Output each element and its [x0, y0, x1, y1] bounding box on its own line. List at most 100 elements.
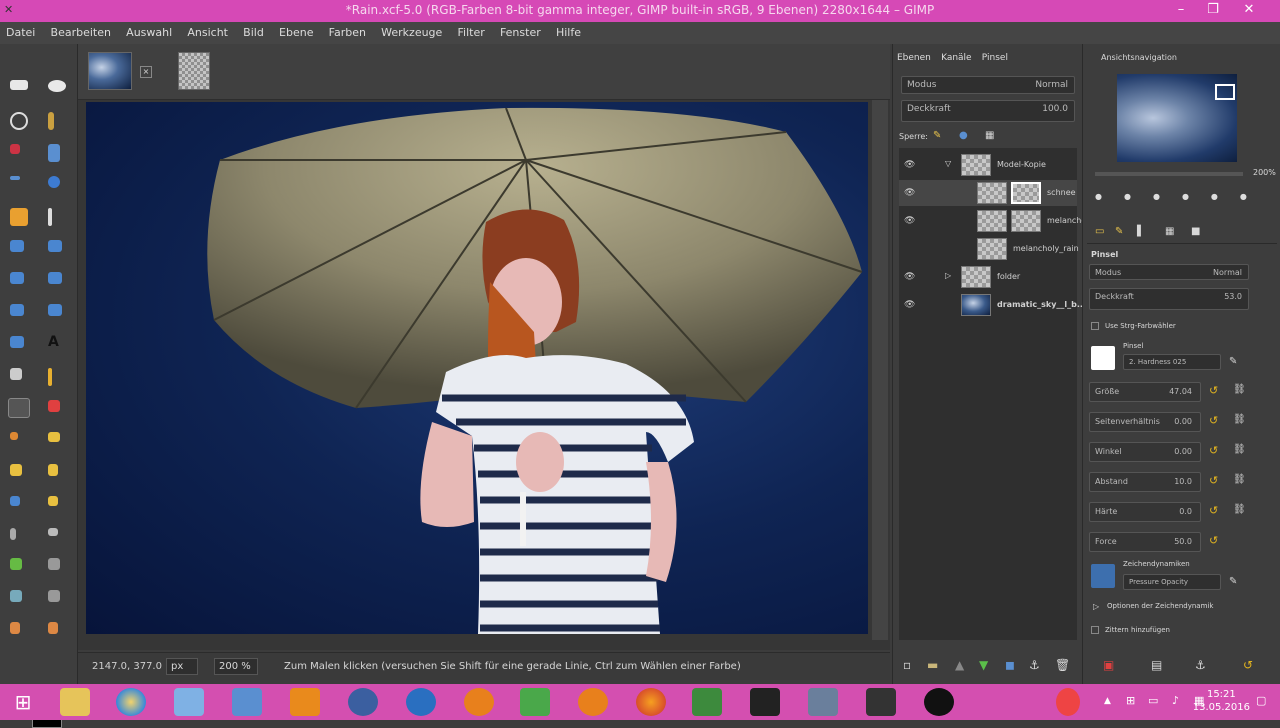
aspect-ratio-slider[interactable]: Seitenverhältnis 0.00 — [1089, 412, 1201, 432]
network-icon[interactable] — [406, 688, 436, 716]
anchor-layer-icon[interactable]: ⚓ — [1029, 658, 1040, 672]
layer-row[interactable]: 👁 ▽ Model-Kopie — [899, 152, 1077, 178]
lock-alpha-icon[interactable]: ▦ — [985, 130, 994, 141]
link-spacing-icon[interactable]: ⛓ — [1233, 474, 1246, 485]
dodge-burn-tool-icon[interactable] — [48, 528, 58, 536]
measure-tool-icon[interactable] — [48, 208, 52, 226]
link-aspect-icon[interactable]: ⛓ — [1233, 414, 1246, 425]
paths-tool-icon[interactable] — [10, 176, 20, 180]
ellipse-select-tool-icon[interactable] — [48, 80, 66, 92]
color-picker-tool-icon[interactable] — [48, 176, 60, 188]
layer-name[interactable]: dramatic_sky__l_b... — [997, 300, 1086, 309]
image-tab-rain[interactable] — [88, 52, 132, 90]
navigation-zoom-slider[interactable] — [1095, 172, 1243, 176]
obs-icon[interactable] — [924, 688, 954, 716]
raise-layer-icon[interactable]: ▲ — [955, 658, 964, 672]
unit-select[interactable]: px — [166, 658, 198, 675]
new-group-icon[interactable]: ▬ — [927, 658, 938, 672]
delete-layer-icon[interactable]: 🗑 — [1055, 658, 1070, 672]
gradient-tab-icon[interactable]: ▌ — [1137, 226, 1145, 237]
rect-select-tool-icon[interactable] — [10, 80, 28, 90]
zoom-tool-icon[interactable] — [10, 208, 28, 226]
jitter-checkbox[interactable] — [1091, 626, 1099, 634]
windows-tray-icon[interactable]: ⊞ — [1126, 694, 1135, 707]
blend-tool-icon[interactable] — [48, 558, 60, 570]
file-explorer-icon[interactable] — [60, 688, 90, 716]
layer-name[interactable]: folder — [997, 272, 1020, 281]
dynamics-preview[interactable] — [1091, 564, 1115, 588]
battery-icon[interactable]: ▭ — [1148, 694, 1158, 707]
game-icon[interactable] — [520, 688, 550, 716]
image-canvas[interactable] — [86, 102, 868, 634]
tab-navigation[interactable]: Ansichtsnavigation — [1101, 53, 1177, 62]
handle-transform-tool-icon[interactable] — [48, 622, 58, 634]
blender-icon[interactable] — [464, 688, 494, 716]
document-icon[interactable] — [174, 688, 204, 716]
shear-tool-icon[interactable] — [48, 304, 62, 316]
eye-icon[interactable]: 👁 — [904, 272, 915, 282]
menu-bearbeiten[interactable]: Bearbeiten — [45, 22, 117, 39]
expand-icon[interactable]: ▷ — [945, 271, 951, 280]
inkscape-icon[interactable] — [866, 688, 896, 716]
menu-ansicht[interactable]: Ansicht — [181, 22, 234, 39]
navigation-viewport-frame[interactable] — [1215, 84, 1235, 100]
foreground-select-tool-icon[interactable] — [10, 622, 20, 634]
firefox-icon[interactable] — [636, 688, 666, 716]
spacing-slider[interactable]: Abstand 10.0 — [1089, 472, 1201, 492]
reset-size-icon[interactable]: ↺ — [1209, 384, 1223, 398]
airbrush-tool-icon[interactable] — [10, 432, 18, 440]
lock-position-icon[interactable]: ● — [959, 130, 968, 141]
image-tab-second[interactable] — [178, 52, 210, 90]
reset-aspect-icon[interactable]: ↺ — [1209, 414, 1223, 428]
messenger-icon[interactable] — [348, 688, 378, 716]
eye-icon[interactable]: 👁 — [904, 300, 915, 310]
link-hardness-icon[interactable]: ⛓ — [1233, 504, 1246, 515]
lasso-tool-icon[interactable] — [10, 112, 28, 130]
menu-auswahl[interactable]: Auswahl — [120, 22, 178, 39]
ink-tool-icon[interactable] — [48, 432, 60, 442]
maximize-button[interactable]: ❐ — [1198, 0, 1228, 22]
paintbrush-tool-icon[interactable] — [8, 398, 30, 418]
layer-name[interactable]: Model-Kopie — [997, 160, 1046, 169]
new-layer-icon[interactable]: ▫ — [903, 658, 911, 672]
brush-preview[interactable] — [1091, 346, 1115, 370]
layer-row[interactable]: 👁 dramatic_sky__l_b... — [899, 292, 1086, 318]
clone-tool-icon[interactable] — [10, 464, 22, 476]
size-slider[interactable]: Größe 47.04 — [1089, 382, 1201, 402]
flip-tool-icon[interactable] — [10, 368, 22, 380]
link-angle-icon[interactable]: ⛓ — [1233, 444, 1246, 455]
smudge-tool-icon[interactable] — [10, 528, 16, 540]
layer-name[interactable]: melancholy_rain — [1013, 244, 1079, 253]
lower-layer-icon[interactable]: ▼ — [979, 658, 988, 672]
start-button-icon[interactable]: ⊞ — [8, 688, 38, 716]
brush-name-field[interactable]: 2. Hardness 025 — [1123, 354, 1221, 370]
tab-layers[interactable]: Ebenen — [893, 48, 934, 63]
reset-force-icon[interactable]: ↺ — [1209, 534, 1223, 548]
pencil-tool-icon[interactable] — [48, 368, 52, 386]
notification-icon[interactable] — [1056, 688, 1080, 716]
browser-icon[interactable] — [116, 688, 146, 716]
perspective-tool-icon[interactable] — [10, 336, 24, 348]
menu-datei[interactable]: Datei — [0, 22, 41, 39]
volume-icon[interactable]: ♪ — [1172, 694, 1179, 707]
layer-row[interactable]: melancholy_rain — [899, 236, 1079, 262]
blender-2-icon[interactable] — [578, 688, 608, 716]
force-slider[interactable]: Force 50.0 — [1089, 532, 1201, 552]
zoom-select[interactable]: 200 % — [214, 658, 258, 675]
paint-opacity-slider[interactable]: Deckkraft 53.0 — [1089, 288, 1249, 310]
fuzzy-select-tool-icon[interactable] — [48, 112, 54, 130]
menu-bild[interactable]: Bild — [237, 22, 270, 39]
bucket-fill-tool-icon[interactable] — [10, 558, 22, 570]
minimize-button[interactable]: – — [1166, 0, 1196, 22]
tab-brushes[interactable]: Pinsel — [978, 48, 1011, 63]
terminal-icon[interactable] — [750, 688, 780, 716]
menu-werkzeuge[interactable]: Werkzeuge — [375, 22, 448, 39]
duplicate-layer-icon[interactable]: ◼ — [1005, 658, 1015, 672]
layer-mode-select[interactable]: Modus Normal — [901, 76, 1075, 94]
dynamics-options-label[interactable]: Optionen der Zeichendynamik — [1107, 602, 1213, 610]
reset-options-icon[interactable]: ↺ — [1243, 658, 1253, 672]
gimp-icon[interactable] — [808, 688, 838, 716]
menu-farben[interactable]: Farben — [323, 22, 372, 39]
eye-icon[interactable]: 👁 — [904, 160, 915, 170]
tab-channels[interactable]: Kanäle — [937, 48, 975, 63]
